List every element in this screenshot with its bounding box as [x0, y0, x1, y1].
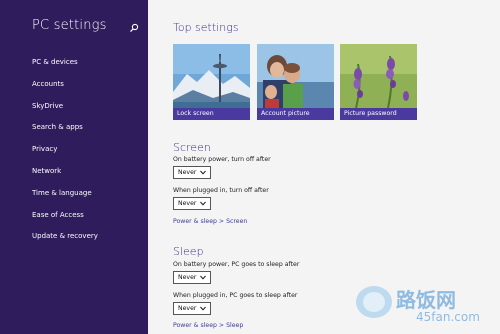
- sidebar-item-privacy[interactable]: Privacy: [32, 143, 98, 165]
- sidebar-title: PC settings: [32, 18, 107, 33]
- screen-battery-select[interactable]: Never: [173, 166, 211, 179]
- top-settings-title: Top settings: [173, 21, 239, 34]
- picture-password-caption: Picture password: [340, 108, 417, 120]
- lock-screen-tile[interactable]: Lock screen: [173, 44, 250, 120]
- watermark-chinese-text: 路饭网: [396, 288, 456, 312]
- sleep-section-title: Sleep: [173, 245, 204, 258]
- chevron-down-icon: [200, 306, 206, 311]
- power-sleep-sleep-link[interactable]: Power & sleep > Sleep: [173, 322, 243, 329]
- sleep-battery-select[interactable]: Never: [173, 271, 211, 284]
- sleep-plugged-value: Never: [178, 305, 197, 312]
- account-picture-tile[interactable]: Account picture: [257, 44, 334, 120]
- sidebar-item-accounts[interactable]: Accounts: [32, 78, 98, 100]
- sidebar-item-pc-devices[interactable]: PC & devices: [32, 56, 98, 78]
- screen-section-title: Screen: [173, 141, 211, 154]
- screen-plugged-select[interactable]: Never: [173, 197, 211, 210]
- chevron-down-icon: [200, 275, 206, 280]
- picture-password-tile[interactable]: Picture password: [340, 44, 417, 120]
- chevron-down-icon: [200, 201, 206, 206]
- sidebar-item-update-recovery[interactable]: Update & recovery: [32, 230, 98, 252]
- screen-battery-label: On battery power, turn off after: [173, 156, 271, 163]
- sleep-plugged-select[interactable]: Never: [173, 302, 211, 315]
- sleep-battery-label: On battery power, PC goes to sleep after: [173, 261, 300, 268]
- screen-plugged-label: When plugged in, turn off after: [173, 187, 269, 194]
- sidebar-item-ease-of-access[interactable]: Ease of Access: [32, 209, 98, 231]
- sidebar-item-time-language[interactable]: Time & language: [32, 187, 98, 209]
- search-icon[interactable]: [129, 23, 139, 33]
- watermark: 路饭网 45fan.com: [346, 278, 496, 330]
- sidebar-item-network[interactable]: Network: [32, 165, 98, 187]
- sidebar: PC settings PC & devices Accounts SkyDri…: [0, 0, 148, 334]
- screen-plugged-value: Never: [178, 200, 197, 207]
- sidebar-item-search-apps[interactable]: Search & apps: [32, 121, 98, 143]
- account-picture-caption: Account picture: [257, 108, 334, 120]
- watermark-url: 45fan.com: [416, 310, 480, 324]
- lock-screen-caption: Lock screen: [173, 108, 250, 120]
- chevron-down-icon: [200, 170, 206, 175]
- sleep-battery-value: Never: [178, 274, 197, 281]
- sidebar-item-skydrive[interactable]: SkyDrive: [32, 100, 98, 122]
- sleep-plugged-label: When plugged in, PC goes to sleep after: [173, 292, 298, 299]
- power-sleep-screen-link[interactable]: Power & sleep > Screen: [173, 218, 247, 225]
- nav-list: PC & devices Accounts SkyDrive Search & …: [32, 56, 98, 252]
- screen-battery-value: Never: [178, 169, 197, 176]
